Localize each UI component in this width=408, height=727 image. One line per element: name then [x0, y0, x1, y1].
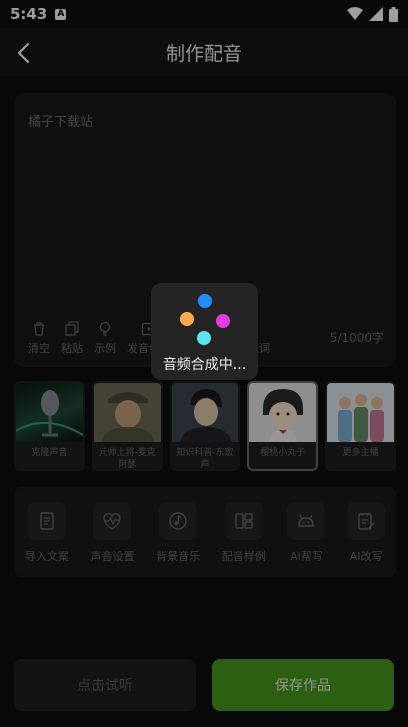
loading-text: 音频合成中... [162, 357, 247, 373]
loading-dot-cyan [197, 331, 211, 345]
loading-dot-blue [198, 294, 212, 308]
loading-dot-magenta [216, 314, 230, 328]
loading-dialog: 音频合成中... [151, 283, 258, 380]
loading-dot-orange [180, 312, 194, 326]
